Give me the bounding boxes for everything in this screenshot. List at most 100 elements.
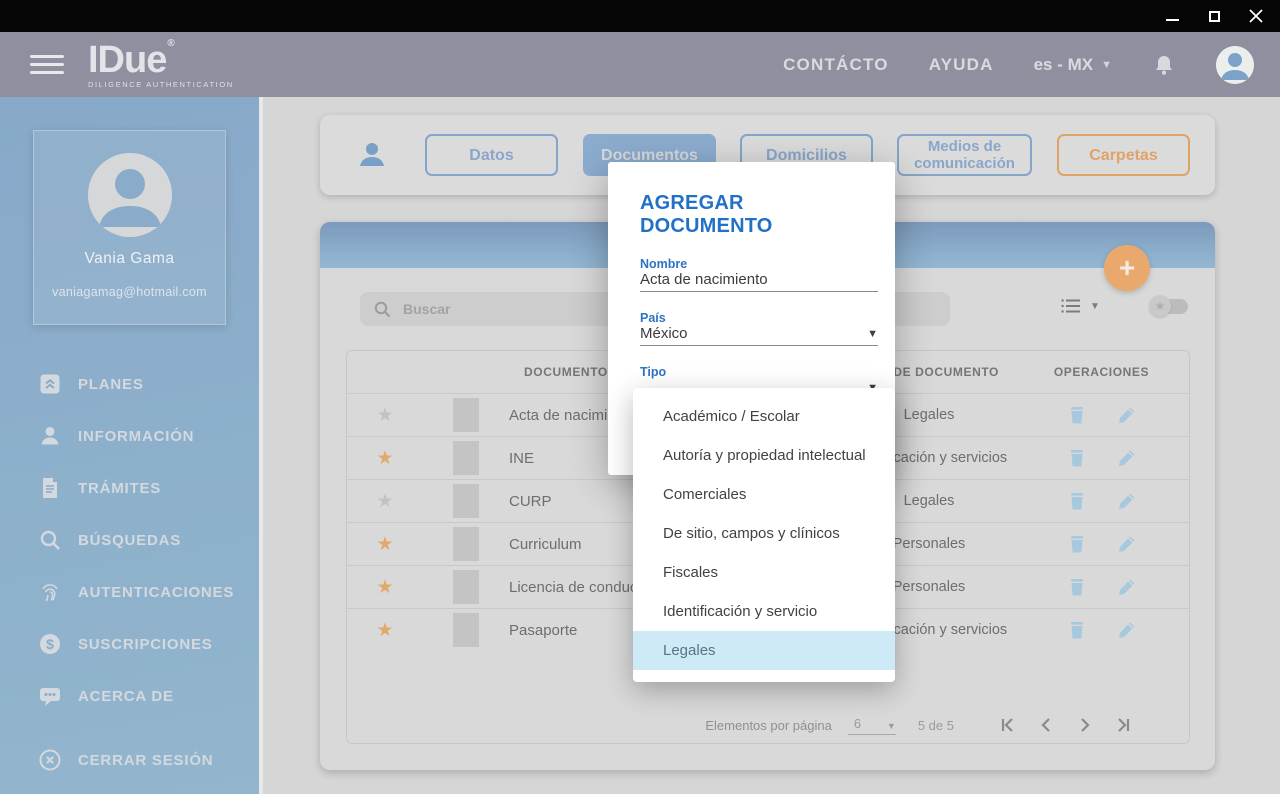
sidebar-item-informacion[interactable]: INFORMACIÓN (0, 410, 259, 462)
edit-button[interactable] (1116, 619, 1138, 641)
document-thumbnail (453, 484, 479, 518)
tab-carpetas[interactable]: Carpetas (1057, 134, 1190, 176)
sidebar-item-label: TRÁMITES (78, 480, 161, 497)
favorite-star-icon[interactable]: ★ (347, 490, 423, 513)
tab-medios-de-comunicacion[interactable]: Medios de comunicación (897, 134, 1032, 176)
sidebar-menu: PLANES INFORMACIÓN TRÁMITES BÚSQUEDAS AU… (0, 358, 259, 786)
app-header: IDue® DILIGENCE AUTHENTICATION CONTÁCTO … (0, 32, 1280, 97)
sidebar-item-label: PLANES (78, 376, 144, 393)
delete-button[interactable] (1066, 447, 1088, 469)
field-label: País (640, 311, 878, 325)
logo-tagline: DILIGENCE AUTHENTICATION (88, 81, 234, 89)
sidebar-item-acerca-de[interactable]: ACERCA DE (0, 670, 259, 722)
document-thumbnail (453, 441, 479, 475)
modal-title: AGREGAR DOCUMENTO (640, 192, 876, 238)
sidebar-item-label: INFORMACIÓN (78, 428, 194, 445)
last-page-button[interactable] (1115, 716, 1133, 734)
favorite-star-icon[interactable]: ★ (347, 576, 423, 599)
sidebar-item-cerrar-sesion[interactable]: CERRAR SESIÓN (0, 734, 259, 786)
sidebar-item-suscripciones[interactable]: $ SUSCRIPCIONES (0, 618, 259, 670)
minimize-button[interactable] (1164, 8, 1180, 24)
option-identificacion-servicio[interactable]: Identificación y servicio (633, 592, 895, 631)
delete-button[interactable] (1066, 576, 1088, 598)
chevron-down-icon: ▼ (1101, 59, 1112, 71)
option-fiscales[interactable]: Fiscales (633, 553, 895, 592)
edit-button[interactable] (1116, 490, 1138, 512)
delete-button[interactable] (1066, 404, 1088, 426)
dollar-icon: $ (38, 632, 62, 656)
document-icon (38, 476, 62, 500)
add-document-button[interactable]: + (1104, 245, 1150, 291)
pagination-bar: Elementos por página 6 ▼ 5 de 5 (347, 707, 1189, 743)
field-nombre: Nombre Acta de nacimiento (640, 257, 878, 292)
search-icon (374, 301, 391, 318)
close-icon (1249, 9, 1263, 23)
registered-mark: ® (167, 39, 173, 49)
page-size-select[interactable]: 6 ▼ (848, 716, 896, 735)
favorite-star-icon[interactable]: ★ (347, 533, 423, 556)
option-comerciales[interactable]: Comerciales (633, 475, 895, 514)
logo-text: IDue (88, 39, 166, 81)
sidebar-item-planes[interactable]: PLANES (0, 358, 259, 410)
profile-card: Vania Gama vaniagamag@hotmail.com (33, 130, 226, 325)
app-logo: IDue® DILIGENCE AUTHENTICATION (88, 41, 234, 89)
star-icon: ★ (1149, 295, 1171, 317)
previous-page-button[interactable] (1037, 716, 1055, 734)
list-view-icon (1061, 298, 1081, 314)
edit-button[interactable] (1116, 404, 1138, 426)
user-avatar[interactable] (1216, 46, 1254, 84)
page-size-value: 6 (848, 716, 861, 731)
nav-help[interactable]: AYUDA (929, 55, 994, 75)
favorite-star-icon[interactable]: ★ (347, 447, 423, 470)
document-thumbnail (453, 570, 479, 604)
chevron-down-icon: ▼ (867, 328, 878, 340)
sidebar-item-busquedas[interactable]: BÚSQUEDAS (0, 514, 259, 566)
field-label: Nombre (640, 257, 878, 271)
sidebar-item-label: ACERCA DE (78, 688, 174, 705)
next-page-button[interactable] (1076, 716, 1094, 734)
profile-name: Vania Gama (84, 250, 174, 268)
option-legales[interactable]: Legales (633, 631, 895, 670)
option-de-sitio-campos-clinicos[interactable]: De sitio, campos y clínicos (633, 514, 895, 553)
document-thumbnail (453, 613, 479, 647)
nav-contact[interactable]: CONTÁCTO (783, 55, 889, 75)
logout-icon (38, 748, 62, 772)
sidebar-item-autenticaciones[interactable]: AUTENTICACIONES (0, 566, 259, 618)
favorites-filter-toggle[interactable]: ★ (1152, 299, 1188, 314)
delete-button[interactable] (1066, 533, 1088, 555)
minimize-icon (1166, 19, 1179, 21)
delete-button[interactable] (1066, 619, 1088, 641)
sidebar-item-label: CERRAR SESIÓN (78, 752, 213, 769)
edit-button[interactable] (1116, 576, 1138, 598)
menu-icon[interactable] (30, 55, 64, 74)
edit-button[interactable] (1116, 533, 1138, 555)
sidebar-item-label: SUSCRIPCIONES (78, 636, 213, 653)
sidebar-item-tramites[interactable]: TRÁMITES (0, 462, 259, 514)
document-thumbnail (453, 398, 479, 432)
delete-button[interactable] (1066, 490, 1088, 512)
notifications-bell-icon[interactable] (1152, 53, 1176, 77)
option-academico-escolar[interactable]: Académico / Escolar (633, 397, 895, 436)
nombre-input[interactable]: Acta de nacimiento (640, 274, 878, 292)
favorite-star-icon[interactable]: ★ (347, 404, 423, 427)
pais-select[interactable]: México ▼ (640, 328, 878, 346)
first-page-button[interactable] (998, 716, 1016, 734)
document-thumbnail (453, 527, 479, 561)
items-per-page-label: Elementos por página (705, 718, 831, 733)
favorite-star-icon[interactable]: ★ (347, 619, 423, 642)
close-button[interactable] (1248, 8, 1264, 24)
search-icon (38, 528, 62, 552)
profile-avatar (88, 153, 172, 237)
maximize-button[interactable] (1206, 8, 1222, 24)
language-selector[interactable]: es - MX ▼ (1034, 55, 1112, 75)
tab-datos[interactable]: Datos (425, 134, 558, 176)
person-icon (356, 139, 388, 171)
window-titlebar (0, 0, 1280, 32)
option-autoria-propiedad-intelectual[interactable]: Autoría y propiedad intelectual (633, 436, 895, 475)
sidebar-item-label: BÚSQUEDAS (78, 532, 181, 549)
plans-icon (38, 372, 62, 396)
content-divider (259, 97, 263, 794)
view-mode-selector[interactable]: ▼ (1061, 298, 1100, 314)
edit-button[interactable] (1116, 447, 1138, 469)
field-label: Tipo (640, 365, 878, 379)
